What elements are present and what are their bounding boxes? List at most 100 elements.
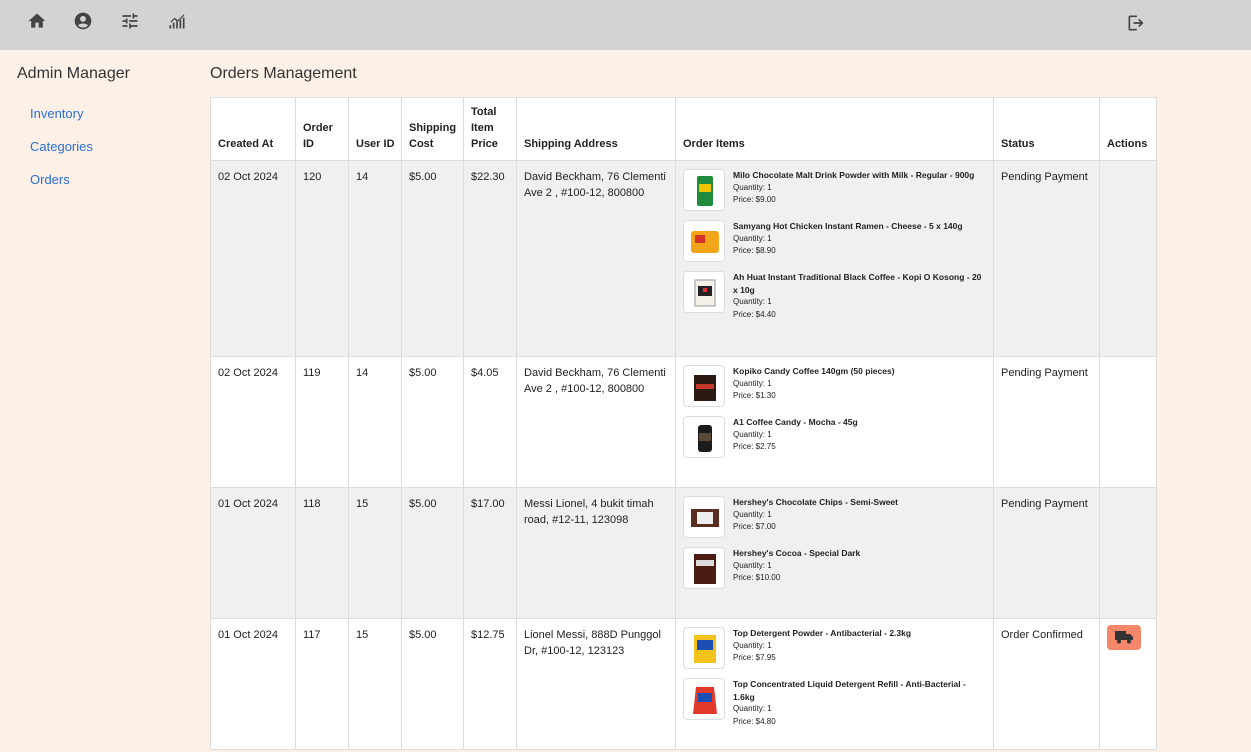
column-header-status[interactable]: Status xyxy=(993,97,1100,161)
item-name: Kopiko Candy Coffee 140gm (50 pieces) xyxy=(733,366,895,376)
cell-total-price: $17.00 xyxy=(463,487,517,619)
cell-created-at: 01 Oct 2024 xyxy=(210,487,296,619)
order-item: A1 Coffee Candy - Mocha - 45g Quantity: … xyxy=(683,416,987,467)
order-item: Ah Huat Instant Traditional Black Coffee… xyxy=(683,271,987,322)
cell-shipping-address: Lionel Messi, 888D Punggol Dr, #100-12, … xyxy=(516,618,676,750)
cell-actions xyxy=(1099,618,1157,750)
table-row[interactable]: 02 Oct 2024 119 14 $5.00 $4.05 David Bec… xyxy=(210,356,1157,488)
product-image xyxy=(683,496,725,538)
item-quantity: Quantity: 1 xyxy=(733,182,772,192)
item-quantity: Quantity: 1 xyxy=(733,640,772,650)
item-name: Top Concentrated Liquid Detergent Refill… xyxy=(733,679,966,702)
item-quantity: Quantity: 1 xyxy=(733,704,772,713)
item-name: A1 Coffee Candy - Mocha - 45g xyxy=(733,417,858,427)
product-image xyxy=(683,220,725,262)
ship-order-button[interactable] xyxy=(1107,625,1141,650)
column-header-shipping-cost[interactable]: Shipping Cost xyxy=(401,97,464,161)
orders-table: Created At Order ID User ID Shipping Cos… xyxy=(210,97,1157,750)
item-price: Price: $7.95 xyxy=(733,653,776,662)
item-name: Milo Chocolate Malt Drink Powder with Mi… xyxy=(733,170,975,180)
cell-created-at: 01 Oct 2024 xyxy=(210,618,296,750)
cell-order-items: Top Detergent Powder - Antibacterial - 2… xyxy=(675,618,994,750)
cell-user-id: 15 xyxy=(348,618,402,750)
item-price: Price: $4.40 xyxy=(733,309,776,319)
item-name: Top Detergent Powder - Antibacterial - 2… xyxy=(733,628,912,638)
item-price: Price: $4.80 xyxy=(733,716,776,726)
sidebar-item-orders[interactable]: Orders xyxy=(30,172,70,187)
sidebar-item-categories[interactable]: Categories xyxy=(30,139,93,154)
order-item: Top Detergent Powder - Antibacterial - 2… xyxy=(683,627,987,678)
item-quantity: Quantity: 1 xyxy=(733,560,772,570)
cell-order-id: 120 xyxy=(295,160,349,357)
product-image xyxy=(683,416,725,458)
column-header-total-item-price[interactable]: Total Item Price xyxy=(463,97,517,161)
table-row[interactable]: 01 Oct 2024 117 15 $5.00 $12.75 Lionel M… xyxy=(210,618,1157,750)
cell-user-id: 14 xyxy=(348,356,402,488)
sidebar-title: Admin Manager xyxy=(17,65,130,82)
tune-icon[interactable] xyxy=(120,11,140,31)
cell-actions xyxy=(1099,487,1157,619)
cell-status: Pending Payment xyxy=(993,160,1100,357)
cell-shipping-address: David Beckham, 76 Clementi Ave 2 , #100-… xyxy=(516,160,676,357)
column-header-created-at[interactable]: Created At xyxy=(210,97,296,161)
column-header-user-id[interactable]: User ID xyxy=(348,97,402,161)
item-price: Price: $9.00 xyxy=(733,195,776,204)
cell-user-id: 14 xyxy=(348,160,402,357)
item-price: Price: $7.00 xyxy=(733,522,776,531)
cell-status: Order Confirmed xyxy=(993,618,1100,750)
cell-status: Pending Payment xyxy=(993,487,1100,619)
sidebar-item-inventory[interactable]: Inventory xyxy=(30,106,83,121)
order-item: Kopiko Candy Coffee 140gm (50 pieces) Qu… xyxy=(683,365,987,416)
order-item: Milo Chocolate Malt Drink Powder with Mi… xyxy=(683,169,987,220)
cell-order-id: 119 xyxy=(295,356,349,488)
cell-shipping-address: Messi Lionel, 4 bukit timah road, #12-11… xyxy=(516,487,676,619)
cell-order-id: 117 xyxy=(295,618,349,750)
product-image xyxy=(683,169,725,211)
cell-shipping-address: David Beckham, 76 Clementi Ave 2 , #100-… xyxy=(516,356,676,488)
column-header-order-items[interactable]: Order Items xyxy=(675,97,994,161)
order-item: Hershey's Cocoa - Special Dark Quantity:… xyxy=(683,547,987,598)
cell-shipping-cost: $5.00 xyxy=(401,356,464,488)
cell-shipping-cost: $5.00 xyxy=(401,487,464,619)
cell-created-at: 02 Oct 2024 xyxy=(210,356,296,488)
order-item: Hershey's Chocolate Chips - Semi-Sweet Q… xyxy=(683,496,987,547)
item-quantity: Quantity: 1 xyxy=(733,297,772,306)
item-name: Samyang Hot Chicken Instant Ramen - Chee… xyxy=(733,221,963,231)
cell-total-price: $4.05 xyxy=(463,356,517,488)
item-price: Price: $1.30 xyxy=(733,391,776,400)
cell-created-at: 02 Oct 2024 xyxy=(210,160,296,357)
column-header-order-id[interactable]: Order ID xyxy=(295,97,349,161)
cell-order-items: Kopiko Candy Coffee 140gm (50 pieces) Qu… xyxy=(675,356,994,488)
column-header-shipping-address[interactable]: Shipping Address xyxy=(516,97,676,161)
logout-icon[interactable] xyxy=(1126,13,1146,33)
analytics-icon[interactable] xyxy=(167,11,187,31)
cell-actions xyxy=(1099,160,1157,357)
cell-order-id: 118 xyxy=(295,487,349,619)
item-quantity: Quantity: 1 xyxy=(733,378,772,388)
column-header-actions[interactable]: Actions xyxy=(1099,97,1157,161)
item-name: Hershey's Chocolate Chips - Semi-Sweet xyxy=(733,497,898,507)
item-price: Price: $2.75 xyxy=(733,442,776,451)
order-item: Top Concentrated Liquid Detergent Refill… xyxy=(683,678,987,729)
item-price: Price: $10.00 xyxy=(733,573,781,582)
cell-shipping-cost: $5.00 xyxy=(401,160,464,357)
item-quantity: Quantity: 1 xyxy=(733,509,772,519)
table-header-row: Created At Order ID User ID Shipping Cos… xyxy=(210,97,1157,161)
item-name: Ah Huat Instant Traditional Black Coffee… xyxy=(733,272,982,295)
cell-total-price: $22.30 xyxy=(463,160,517,357)
item-price: Price: $8.90 xyxy=(733,246,776,255)
cell-user-id: 15 xyxy=(348,487,402,619)
table-row[interactable]: 01 Oct 2024 118 15 $5.00 $17.00 Messi Li… xyxy=(210,487,1157,619)
home-icon[interactable] xyxy=(27,11,47,31)
product-image xyxy=(683,365,725,407)
cell-status: Pending Payment xyxy=(993,356,1100,488)
cell-order-items: Hershey's Chocolate Chips - Semi-Sweet Q… xyxy=(675,487,994,619)
product-image xyxy=(683,627,725,669)
account-icon[interactable] xyxy=(73,11,93,31)
table-row[interactable]: 02 Oct 2024 120 14 $5.00 $22.30 David Be… xyxy=(210,160,1157,357)
cell-shipping-cost: $5.00 xyxy=(401,618,464,750)
cell-order-items: Milo Chocolate Malt Drink Powder with Mi… xyxy=(675,160,994,357)
truck-icon xyxy=(1115,631,1133,644)
cell-total-price: $12.75 xyxy=(463,618,517,750)
item-quantity: Quantity: 1 xyxy=(733,233,772,243)
